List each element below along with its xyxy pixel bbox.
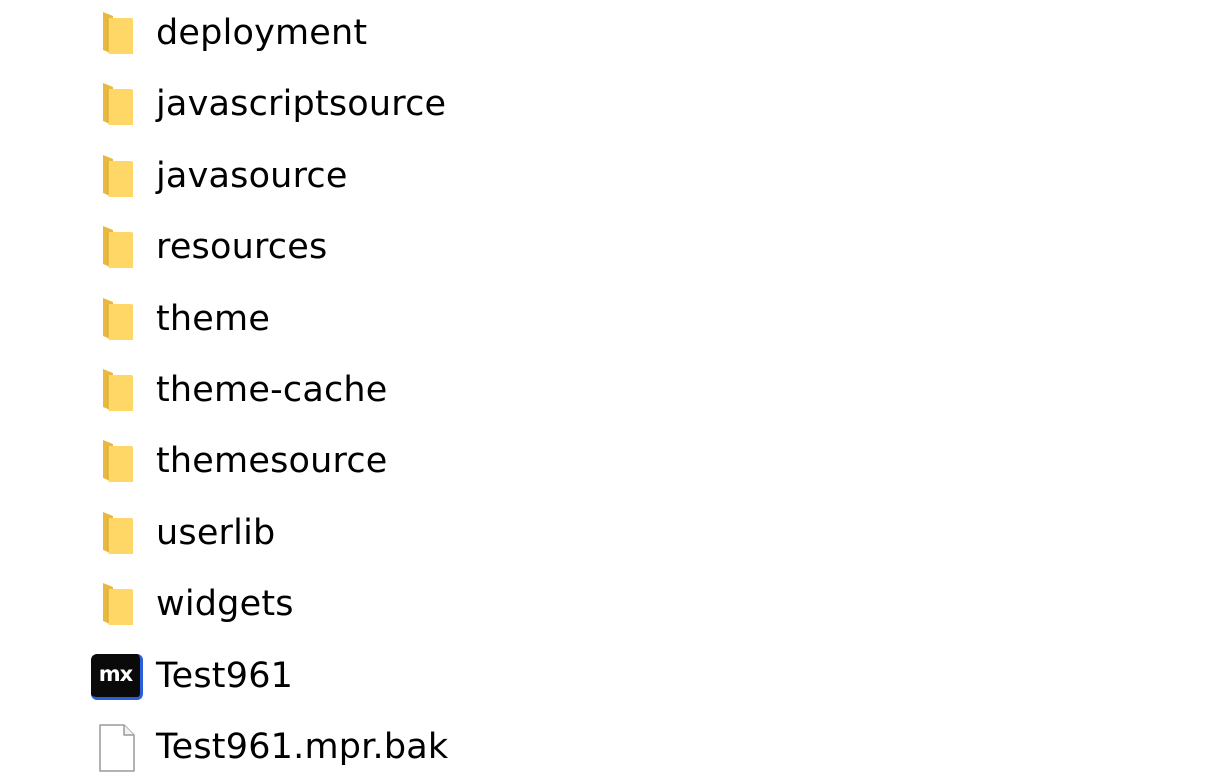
folder-icon: [90, 507, 144, 561]
list-item-userlib[interactable]: userlib: [80, 502, 780, 566]
list-item-theme-cache[interactable]: theme-cache: [80, 359, 780, 423]
item-label: theme: [156, 299, 271, 340]
list-item-test961[interactable]: mx Test961: [80, 645, 780, 709]
list-item-test961-mpr-bak[interactable]: Test961.mpr.bak: [80, 716, 780, 780]
file-list: deployment javascriptsource javasource r…: [0, 0, 1223, 777]
folder-icon: [90, 221, 144, 275]
list-item-deployment[interactable]: deployment: [80, 2, 780, 66]
list-item-resources[interactable]: resources: [80, 216, 780, 280]
folder-icon: [90, 7, 144, 61]
mendix-project-icon: mx: [90, 650, 144, 704]
item-label: widgets: [156, 584, 294, 625]
item-label: Test961: [156, 656, 294, 697]
item-label: deployment: [156, 13, 368, 54]
item-label: userlib: [156, 513, 276, 554]
item-label: themesource: [156, 441, 388, 482]
list-item-javascriptsource[interactable]: javascriptsource: [80, 73, 780, 137]
mx-badge-text: mx: [91, 654, 143, 700]
folder-icon: [90, 364, 144, 418]
item-label: theme-cache: [156, 370, 388, 411]
list-item-themesource[interactable]: themesource: [80, 430, 780, 494]
folder-icon: [90, 78, 144, 132]
folder-icon: [90, 578, 144, 632]
item-label: javascriptsource: [156, 84, 447, 125]
list-item-theme[interactable]: theme: [80, 288, 780, 352]
folder-icon: [90, 435, 144, 489]
item-label: Test961.mpr.bak: [156, 727, 449, 768]
list-item-javasource[interactable]: javasource: [80, 145, 780, 209]
folder-icon: [90, 293, 144, 347]
item-label: resources: [156, 227, 328, 268]
item-label: javasource: [156, 156, 348, 197]
folder-icon: [90, 150, 144, 204]
list-item-widgets[interactable]: widgets: [80, 573, 780, 637]
generic-file-icon: [90, 721, 144, 775]
